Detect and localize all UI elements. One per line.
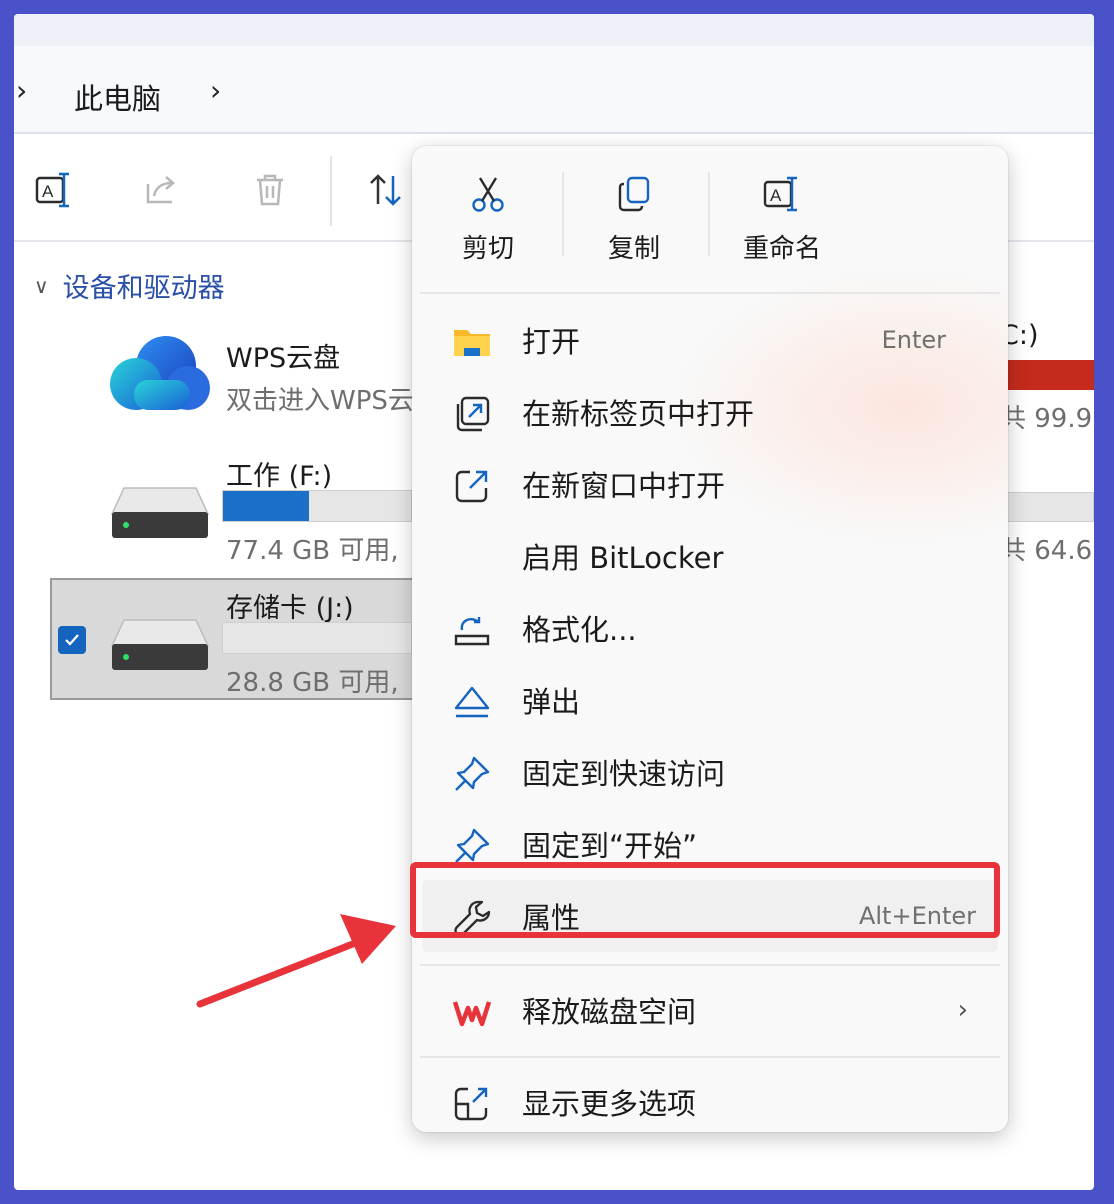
wps-cloud-icon	[110, 336, 210, 410]
copy-button[interactable]: 复制	[564, 146, 704, 278]
checkbox-selected[interactable]	[58, 626, 86, 654]
delete-icon[interactable]	[246, 166, 294, 214]
menu-item-label: 格式化...	[522, 613, 637, 647]
menu-item-show-more-options[interactable]: 显示更多选项	[422, 1066, 998, 1132]
menu-item-label: 弹出	[522, 685, 581, 719]
format-icon	[454, 617, 490, 646]
cut-label: 剪切	[461, 234, 514, 264]
new-window-icon	[455, 470, 488, 503]
context-menu: 剪切 复制 A 重命名 打开 Enter 在新标签页中打开 在新窗口中打开 启用…	[412, 146, 1008, 1132]
menu-item-label: 显示更多选项	[522, 1087, 697, 1121]
drive-usage-bar	[222, 490, 412, 522]
quick-action-separator	[708, 172, 710, 256]
copy-icon	[618, 176, 650, 212]
address-bar[interactable]: › 此电脑 ›	[14, 46, 1094, 134]
drive-usage-fill	[223, 491, 310, 521]
sort-icon[interactable]	[362, 166, 410, 214]
drive-free-space: 77.4 GB 可用,	[226, 536, 399, 566]
menu-item-label: 固定到“开始”	[522, 829, 698, 863]
menu-item-label: 在新窗口中打开	[522, 469, 726, 503]
chevron-right-icon: ›	[957, 995, 968, 1025]
menu-item-label: 打开	[522, 325, 581, 359]
drive-subtitle: 双击进入WPS云	[226, 386, 412, 416]
drive-d-total: 共 64.6 G	[1000, 536, 1094, 566]
menu-item-eject[interactable]: 弹出	[422, 664, 998, 736]
menu-divider	[420, 1056, 1000, 1058]
menu-item-free-disk-space[interactable]: 释放磁盘空间 ›	[422, 974, 998, 1046]
rename-icon: A	[763, 176, 797, 212]
highlight-box	[410, 862, 1000, 938]
breadcrumb-chevron-icon[interactable]: ›	[16, 74, 27, 107]
drive-c-usage-fill	[1000, 360, 1094, 390]
more-options-icon	[454, 1087, 488, 1121]
drive-d-usage-bar	[1000, 492, 1094, 522]
menu-item-open-new-window[interactable]: 在新窗口中打开	[422, 448, 998, 520]
section-title: 设备和驱动器	[62, 273, 225, 304]
menu-item-label: 释放磁盘空间	[522, 995, 697, 1029]
drive-name: 存储卡 (J:)	[226, 593, 354, 624]
menu-item-label: 启用 BitLocker	[522, 541, 724, 575]
menu-item-label: 在新标签页中打开	[522, 397, 755, 431]
breadcrumb-chevron-icon[interactable]: ›	[210, 74, 221, 107]
drive-c-total: 共 99.9 G	[1000, 404, 1094, 434]
folder-icon	[454, 330, 490, 356]
chevron-down-icon[interactable]: ∨	[34, 274, 49, 298]
title-strip	[14, 14, 1094, 46]
menu-item-shortcut: Enter	[881, 326, 946, 354]
drive-name: WPS云盘	[226, 343, 341, 374]
pin-icon	[455, 756, 490, 791]
rename-button[interactable]: A 重命名	[712, 146, 852, 278]
section-devices-drives[interactable]: ∨ 设备和驱动器	[34, 266, 225, 305]
toolbar-separator	[330, 156, 332, 226]
rename-label: 重命名	[742, 234, 821, 264]
scissors-icon	[472, 177, 504, 212]
eject-icon	[454, 686, 490, 718]
drive-usage-bar	[222, 622, 412, 654]
share-icon[interactable]	[138, 166, 186, 214]
drive-name: 工作 (F:)	[226, 461, 333, 492]
file-explorer-window: › 此电脑 › A · ∨ 设备和驱动器	[14, 14, 1094, 1190]
svg-text:A: A	[770, 186, 782, 205]
copy-label: 复制	[607, 234, 660, 264]
menu-divider	[420, 292, 1000, 294]
wps-logo-icon	[452, 1001, 492, 1027]
hard-drive-icon	[110, 487, 210, 538]
cut-button[interactable]: 剪切	[418, 146, 558, 278]
rename-icon[interactable]: A	[30, 166, 78, 214]
breadcrumb-this-pc[interactable]: 此电脑	[74, 76, 161, 118]
pin-icon	[455, 828, 490, 863]
menu-item-open-new-tab[interactable]: 在新标签页中打开	[422, 376, 998, 448]
drive-free-space: 28.8 GB 可用,	[226, 668, 399, 698]
menu-item-format[interactable]: 格式化...	[422, 592, 998, 664]
hard-drive-icon	[110, 619, 210, 670]
menu-item-label: 固定到快速访问	[522, 757, 726, 791]
menu-divider	[420, 964, 1000, 966]
svg-text:A: A	[42, 182, 54, 201]
menu-item-pin-quick-access[interactable]: 固定到快速访问	[422, 736, 998, 808]
menu-item-bitlocker[interactable]: 启用 BitLocker	[422, 520, 998, 592]
menu-item-open[interactable]: 打开 Enter	[422, 304, 998, 376]
new-tab-icon	[456, 396, 490, 432]
checkmark-icon	[65, 634, 79, 646]
